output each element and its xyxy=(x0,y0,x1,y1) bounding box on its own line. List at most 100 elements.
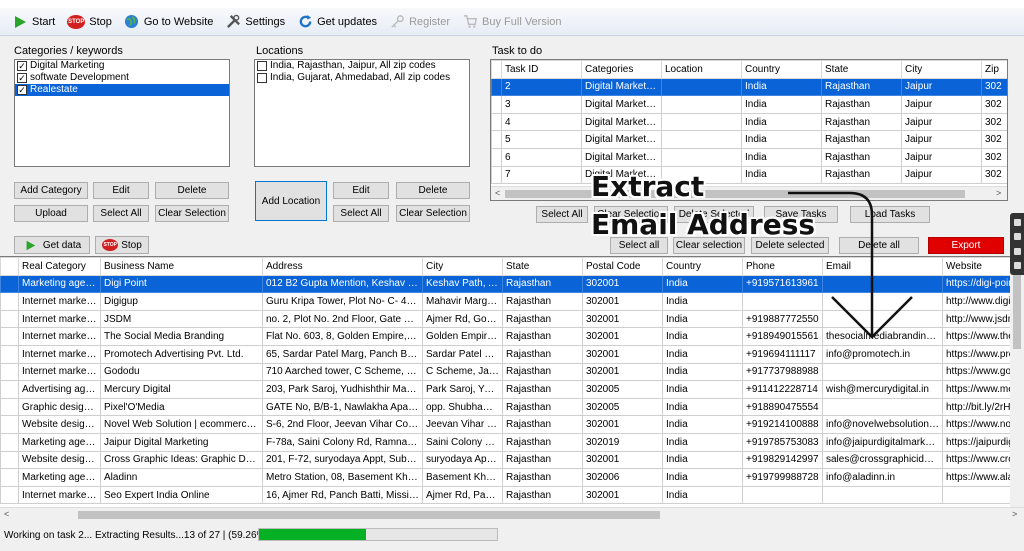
row-header[interactable] xyxy=(0,380,19,399)
locations-list[interactable]: India, Rajasthan, Jaipur, All zip codes I… xyxy=(254,59,470,167)
table-cell: Sardar Patel Mar... xyxy=(422,344,503,364)
row-header[interactable] xyxy=(0,450,19,470)
table-row[interactable]: 6 Digital Marketing India Rajasthan Jaipur 30… xyxy=(491,147,1007,167)
table-row[interactable]: 4 Digital Marketing India Rajasthan Jaipur 30… xyxy=(491,112,1007,132)
side-tool-panel[interactable] xyxy=(1010,213,1024,275)
row-header[interactable] xyxy=(0,397,19,417)
row-header[interactable] xyxy=(0,344,19,364)
checkbox-icon[interactable] xyxy=(257,61,267,71)
table-row[interactable]: Internet marketin... Gododu 710 Aarched to… xyxy=(0,362,1024,382)
checkbox-icon[interactable]: ✓ xyxy=(17,85,27,95)
table-row[interactable]: Marketing agency Jaipur Digital Marketing… xyxy=(0,432,1024,452)
results-column-header[interactable]: Country xyxy=(662,257,743,276)
table-row[interactable]: Graphic designer Pixel'O'Media GATE No, B/… xyxy=(0,397,1024,417)
table-row[interactable]: Internet marketin... Seo Expert India Onl… xyxy=(0,485,1024,505)
add-category-button[interactable]: Add Category xyxy=(14,182,88,199)
category-delete-button[interactable]: Delete xyxy=(155,182,229,199)
tasks-grid[interactable]: Task ID Categories Location Country State Cit… xyxy=(490,59,1008,201)
tasks-horizontal-scrollbar[interactable]: < > xyxy=(491,186,1007,200)
row-header[interactable] xyxy=(0,362,19,382)
category-edit-button[interactable]: Edit xyxy=(93,182,149,199)
results-stop-button[interactable]: STOP Stop xyxy=(95,236,149,254)
row-header[interactable] xyxy=(491,112,502,132)
table-row[interactable]: Website designer Cross Graphic Ideas: Gra… xyxy=(0,450,1024,470)
table-row[interactable]: 2 Digital Marketing India Rajasthan Jaipur 30… xyxy=(491,77,1007,97)
settings-icon[interactable] xyxy=(1013,262,1021,270)
location-item[interactable]: India, Rajasthan, Jaipur, All zip codes xyxy=(255,60,469,72)
scroll-left-icon[interactable]: < xyxy=(495,188,500,198)
results-column-header[interactable]: Address xyxy=(262,257,423,276)
results-hscroll-thumb[interactable] xyxy=(78,511,660,519)
row-header[interactable] xyxy=(0,309,19,329)
tasks-column-header[interactable]: State xyxy=(821,60,902,79)
row-header[interactable] xyxy=(0,415,19,434)
table-row[interactable]: 5 Digital Marketing India Rajasthan Jaipur 30… xyxy=(491,130,1007,149)
results-column-header[interactable]: State xyxy=(502,257,583,276)
category-item[interactable]: ✓ Realestate xyxy=(15,84,229,96)
row-header[interactable] xyxy=(491,130,502,149)
row-header[interactable] xyxy=(0,468,19,487)
upload-button[interactable]: Upload xyxy=(14,205,88,222)
task-select-all-button[interactable]: Select All xyxy=(536,206,588,223)
tasks-column-header[interactable]: Task ID xyxy=(501,60,582,79)
start-button[interactable]: Start xyxy=(6,11,61,33)
table-row[interactable]: 3 Digital Marketing India Rajasthan Jaipur 30… xyxy=(491,95,1007,114)
categories-list[interactable]: ✓ Digital Marketing ✓ softwate Development ✓… xyxy=(14,59,230,167)
table-cell: C Scheme, Jaipur,... xyxy=(422,362,503,382)
row-header[interactable] xyxy=(0,274,19,294)
row-header[interactable] xyxy=(491,147,502,167)
table-row[interactable]: 7 Digital Marketing India Rajasthan Jaipur 30… xyxy=(491,165,1007,185)
category-select-all-button[interactable]: Select All xyxy=(93,205,149,222)
edit-icon[interactable] xyxy=(1013,247,1021,255)
category-item[interactable]: ✓ Digital Marketing xyxy=(15,60,229,72)
settings-button[interactable]: Settings xyxy=(219,11,291,33)
export-button[interactable]: Export xyxy=(928,237,1004,254)
scroll-right-icon[interactable]: > xyxy=(996,188,1001,198)
location-edit-button[interactable]: Edit xyxy=(333,182,389,199)
table-cell: 302 xyxy=(981,165,1007,185)
get-updates-button[interactable]: Get updates xyxy=(291,11,383,33)
video-icon[interactable] xyxy=(1013,233,1021,241)
row-header[interactable] xyxy=(491,165,502,185)
table-cell: Flat No. 603, 8, Golden Empire, Maha... xyxy=(262,327,423,346)
table-row[interactable]: Marketing agency Aladinn Metro Station, 08… xyxy=(0,468,1024,487)
row-header[interactable] xyxy=(0,327,19,346)
location-clear-selection-button[interactable]: Clear Selection xyxy=(396,205,470,222)
tasks-column-header[interactable]: Location xyxy=(661,60,742,79)
register-button[interactable]: Register xyxy=(383,11,456,33)
table-row[interactable]: Website designer Novel Web Solution | eco… xyxy=(0,415,1024,434)
row-header[interactable] xyxy=(0,432,19,452)
row-header[interactable] xyxy=(0,485,19,505)
results-column-header[interactable]: Postal Code xyxy=(582,257,663,276)
category-clear-selection-button[interactable]: Clear Selection xyxy=(155,205,229,222)
tasks-column-header[interactable]: City xyxy=(901,60,982,79)
go-to-website-button[interactable]: Go to Website xyxy=(118,11,220,33)
add-location-button[interactable]: Add Location xyxy=(255,181,327,221)
results-column-header[interactable]: City xyxy=(422,257,503,276)
results-column-header[interactable]: Business Name xyxy=(100,257,263,276)
table-cell: Internet marketin... xyxy=(18,485,101,505)
table-row[interactable]: Internet marketin... Promotech Advertisin… xyxy=(0,344,1024,364)
results-vertical-scrollbar[interactable] xyxy=(1010,257,1024,507)
checkbox-icon[interactable]: ✓ xyxy=(17,73,27,83)
row-header[interactable] xyxy=(491,77,502,97)
table-row[interactable]: Advertising agency Mercury Digital 203, Pa… xyxy=(0,380,1024,399)
tasks-column-header[interactable]: Categories xyxy=(581,60,662,79)
tasks-column-header[interactable]: Zip xyxy=(981,60,1007,79)
checkbox-icon[interactable] xyxy=(257,73,267,83)
scroll-right-icon[interactable]: > xyxy=(1012,509,1017,519)
category-item[interactable]: ✓ softwate Development xyxy=(15,72,229,84)
location-delete-button[interactable]: Delete xyxy=(396,182,470,199)
location-item[interactable]: India, Gujarat, Ahmedabad, All zip codes xyxy=(255,72,469,84)
location-select-all-button[interactable]: Select All xyxy=(333,205,389,222)
get-data-button[interactable]: Get data xyxy=(14,236,90,254)
row-header[interactable] xyxy=(0,292,19,311)
stop-button[interactable]: STOP Stop xyxy=(61,11,118,33)
tasks-column-header[interactable]: Country xyxy=(741,60,822,79)
scroll-left-icon[interactable]: < xyxy=(4,509,9,519)
row-header[interactable] xyxy=(491,95,502,114)
results-column-header[interactable]: Real Category xyxy=(18,257,101,276)
camera-icon[interactable] xyxy=(1013,218,1021,226)
checkbox-icon[interactable]: ✓ xyxy=(17,61,27,71)
buy-full-version-button[interactable]: Buy Full Version xyxy=(456,11,567,33)
